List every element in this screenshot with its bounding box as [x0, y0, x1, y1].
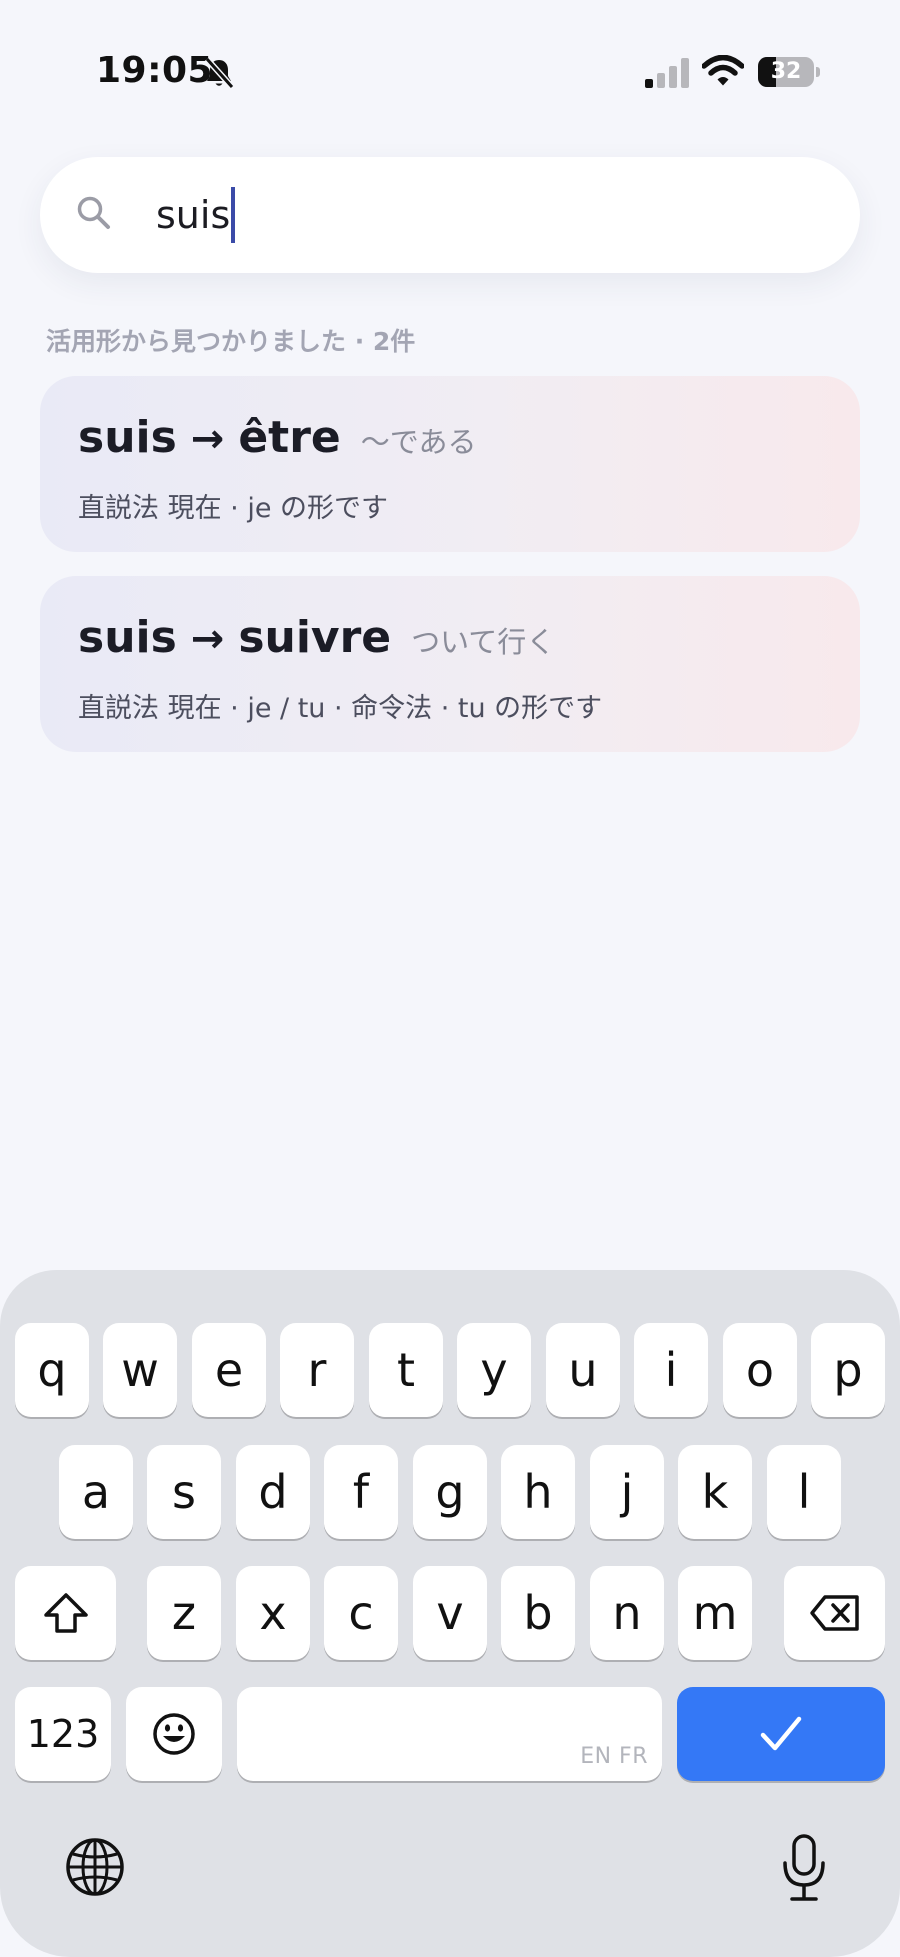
- delete-key[interactable]: [784, 1566, 885, 1660]
- microphone-icon[interactable]: [780, 1833, 828, 1903]
- key-f[interactable]: f: [324, 1445, 398, 1539]
- battery-icon: 32: [758, 57, 820, 87]
- result-form: suis: [78, 612, 177, 663]
- battery-level: 32: [770, 59, 802, 84]
- shift-key[interactable]: [15, 1566, 116, 1660]
- key-j[interactable]: j: [590, 1445, 664, 1539]
- key-a[interactable]: a: [59, 1445, 133, 1539]
- key-q[interactable]: q: [15, 1323, 89, 1417]
- backspace-icon: [809, 1595, 859, 1631]
- checkmark-icon: [760, 1716, 802, 1751]
- result-lemma: suivre: [238, 612, 392, 663]
- key-z[interactable]: z: [147, 1566, 221, 1660]
- space-key[interactable]: EN FR: [237, 1687, 662, 1781]
- result-headline: suis → être 〜である: [78, 412, 476, 463]
- key-u[interactable]: u: [546, 1323, 620, 1417]
- key-d[interactable]: d: [236, 1445, 310, 1539]
- result-form: suis: [78, 412, 177, 463]
- globe-icon[interactable]: [64, 1836, 126, 1898]
- numbers-key[interactable]: 123: [15, 1687, 111, 1781]
- result-description: 直説法 現在 · je / tu · 命令法 · tu の形です: [78, 693, 603, 724]
- key-l[interactable]: l: [767, 1445, 841, 1539]
- key-w[interactable]: w: [103, 1323, 177, 1417]
- key-c[interactable]: c: [324, 1566, 398, 1660]
- text-caret: [231, 187, 236, 243]
- search-input-value: suis: [156, 193, 231, 237]
- search-input[interactable]: suis: [156, 187, 236, 243]
- emoji-key[interactable]: [126, 1687, 222, 1781]
- key-s[interactable]: s: [147, 1445, 221, 1539]
- arrow-right-icon: →: [190, 416, 225, 462]
- done-key[interactable]: [677, 1687, 885, 1781]
- shift-icon: [43, 1593, 88, 1633]
- result-card[interactable]: suis → être 〜である 直説法 現在 · je の形です: [40, 376, 860, 552]
- key-n[interactable]: n: [590, 1566, 664, 1660]
- result-description: 直説法 現在 · je の形です: [78, 493, 389, 524]
- status-bar: 19:05 32: [0, 0, 900, 130]
- key-y[interactable]: y: [457, 1323, 531, 1417]
- emoji-icon: [153, 1713, 195, 1755]
- result-meaning: ついて行く: [411, 625, 556, 659]
- result-headline: suis → suivre ついて行く: [78, 612, 555, 663]
- wifi-icon: [702, 55, 744, 86]
- key-m[interactable]: m: [678, 1566, 752, 1660]
- results-summary: 活用形から見つかりました · 2件: [46, 327, 416, 356]
- key-t[interactable]: t: [369, 1323, 443, 1417]
- search-icon: [77, 196, 110, 229]
- keyboard: q w e r t y u i o p a s d f g h j k l z …: [0, 1270, 900, 1957]
- cellular-signal-icon: [645, 58, 689, 88]
- key-o[interactable]: o: [723, 1323, 797, 1417]
- key-p[interactable]: p: [811, 1323, 885, 1417]
- key-r[interactable]: r: [280, 1323, 354, 1417]
- result-meaning: 〜である: [360, 425, 477, 459]
- arrow-right-icon: →: [190, 616, 225, 662]
- space-language-label: EN FR: [580, 1744, 648, 1769]
- key-g[interactable]: g: [413, 1445, 487, 1539]
- key-k[interactable]: k: [678, 1445, 752, 1539]
- result-card[interactable]: suis → suivre ついて行く 直説法 現在 · je / tu · 命…: [40, 576, 860, 752]
- key-v[interactable]: v: [413, 1566, 487, 1660]
- key-i[interactable]: i: [634, 1323, 708, 1417]
- result-lemma: être: [238, 412, 341, 463]
- search-bar[interactable]: suis: [40, 157, 860, 273]
- key-b[interactable]: b: [501, 1566, 575, 1660]
- status-time: 19:05: [96, 50, 214, 91]
- key-h[interactable]: h: [501, 1445, 575, 1539]
- key-x[interactable]: x: [236, 1566, 310, 1660]
- bell-slash-icon: [204, 57, 235, 89]
- key-e[interactable]: e: [192, 1323, 266, 1417]
